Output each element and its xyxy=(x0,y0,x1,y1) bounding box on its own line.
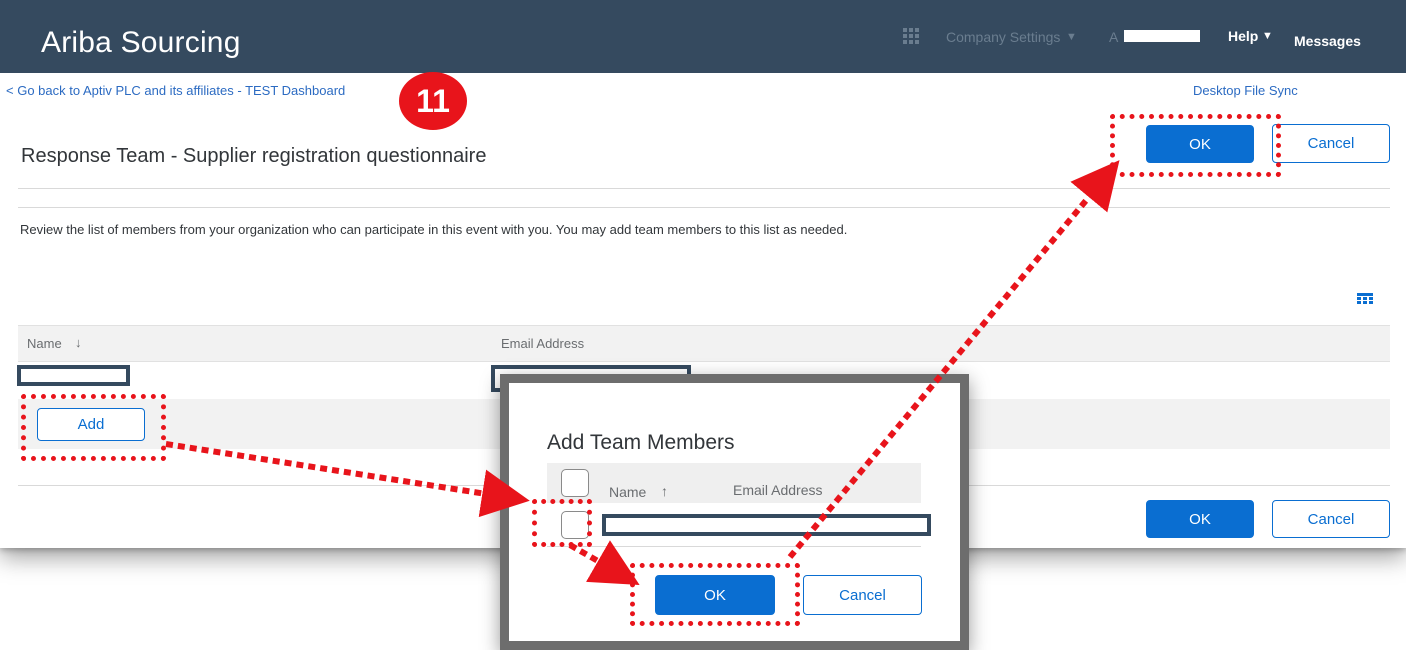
back-to-dashboard-link[interactable]: < Go back to Aptiv PLC and its affiliate… xyxy=(6,83,345,98)
page-title: Response Team - Supplier registration qu… xyxy=(21,145,487,167)
dialog-column-header-name[interactable]: Name xyxy=(609,484,646,500)
members-table-header: Name ↓ Email Address xyxy=(18,325,1390,362)
user-menu[interactable]: A xyxy=(1109,29,1118,45)
messages-link[interactable]: Messages xyxy=(1294,33,1361,49)
table-settings-icon[interactable] xyxy=(1357,293,1373,306)
step-number-badge: 11 xyxy=(399,72,467,130)
top-navigation-bar: Ariba Sourcing Company Settings ▼ A Help… xyxy=(0,0,1406,73)
desktop-file-sync-link[interactable]: Desktop File Sync xyxy=(1193,83,1298,98)
app-grid-icon[interactable] xyxy=(903,28,919,44)
redacted-member-name xyxy=(17,365,130,386)
column-header-email[interactable]: Email Address xyxy=(501,336,584,351)
dialog-cancel-button[interactable]: Cancel xyxy=(803,575,922,615)
column-header-name[interactable]: Name xyxy=(27,336,62,351)
highlight-add xyxy=(21,394,166,461)
help-menu[interactable]: Help xyxy=(1228,28,1258,44)
sort-descending-icon[interactable]: ↓ xyxy=(75,335,82,350)
cancel-button-bottom[interactable]: Cancel xyxy=(1272,500,1390,538)
add-team-members-dialog: Add Team Members Name ↑ Email Address OK… xyxy=(500,374,969,650)
cancel-button-top[interactable]: Cancel xyxy=(1272,124,1390,163)
divider xyxy=(18,188,1390,189)
dialog-title: Add Team Members xyxy=(547,431,735,454)
company-settings-menu[interactable]: Company Settings xyxy=(946,29,1060,45)
app-brand: Ariba Sourcing xyxy=(41,26,241,59)
redacted-user-name xyxy=(1124,30,1200,42)
caret-down-icon: ▼ xyxy=(1262,30,1273,42)
highlight-ok-top xyxy=(1110,114,1281,177)
highlight-member-checkbox xyxy=(532,499,592,547)
dialog-table-header: Name ↑ Email Address xyxy=(547,463,921,503)
page-description: Review the list of members from your org… xyxy=(20,222,848,237)
divider xyxy=(18,207,1390,208)
redacted-dialog-member xyxy=(602,514,931,536)
select-all-checkbox[interactable] xyxy=(561,469,589,497)
divider xyxy=(547,546,921,547)
dialog-column-header-email[interactable]: Email Address xyxy=(733,482,822,498)
sort-ascending-icon[interactable]: ↑ xyxy=(661,483,668,499)
highlight-dialog-ok xyxy=(630,563,800,626)
ok-button-bottom[interactable]: OK xyxy=(1146,500,1254,538)
caret-down-icon: ▼ xyxy=(1066,31,1077,43)
